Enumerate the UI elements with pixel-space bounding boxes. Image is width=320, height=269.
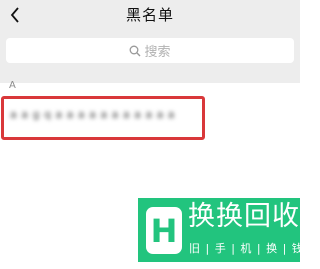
watermark-title: 换换回收 <box>188 201 300 232</box>
search-bar[interactable]: 搜索 <box>6 38 294 63</box>
page-title: 黑名单 <box>125 6 174 24</box>
section-index-letter: A <box>9 80 16 91</box>
highlight-annotation-box <box>1 96 205 140</box>
search-placeholder: 搜索 <box>144 45 171 60</box>
watermark-logo: H 换换回收 旧 | 手 | 机 | 换 | 钱 <box>138 198 303 262</box>
watermark-h-icon: H <box>146 207 182 254</box>
search-icon <box>129 42 141 61</box>
watermark-subtitle: 旧 | 手 | 机 | 换 | 钱 <box>189 242 304 255</box>
